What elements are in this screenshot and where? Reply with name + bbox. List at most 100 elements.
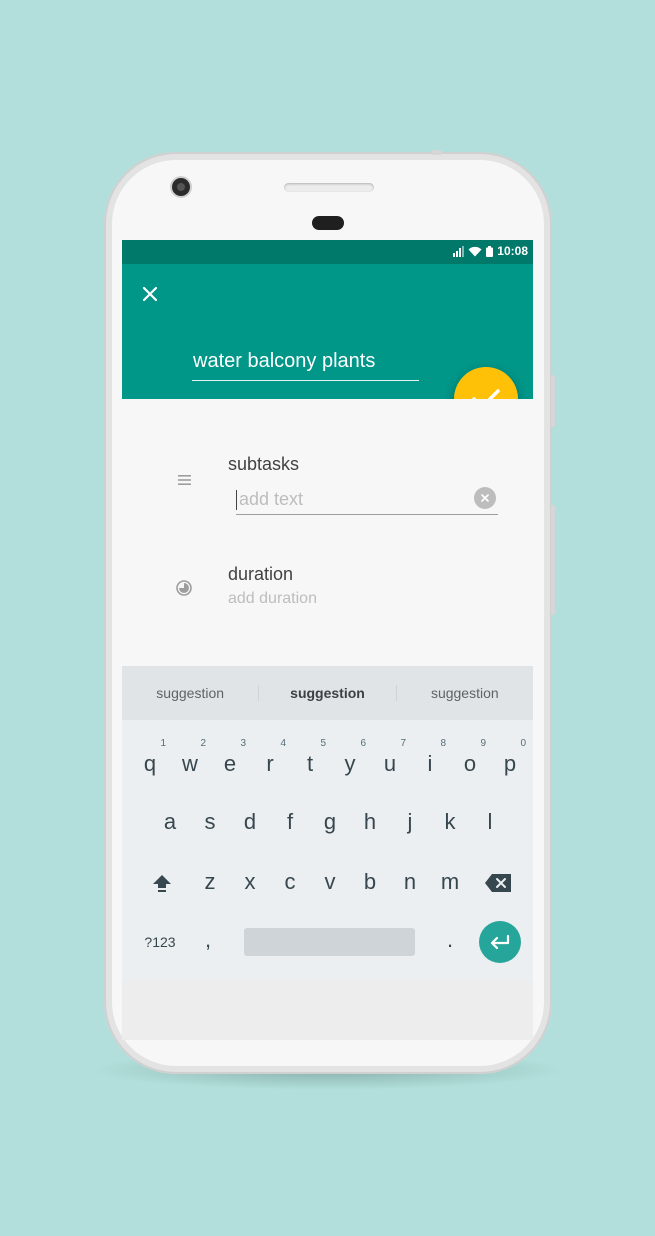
key-label: c [284, 869, 296, 894]
duration-hint[interactable]: add duration [228, 590, 317, 608]
suggestion-bar: suggestion suggestion suggestion [122, 666, 533, 720]
backspace-icon [485, 874, 511, 892]
key-q[interactable]: q1 [132, 738, 168, 788]
front-camera [172, 178, 190, 196]
key-i[interactable]: i8 [412, 738, 448, 788]
top-button [432, 150, 442, 155]
screen: 10:08 water balcony plants subtasks dura… [122, 240, 533, 980]
key-c[interactable]: c [272, 858, 308, 906]
key-hint-digit: 3 [240, 738, 246, 749]
comma-key[interactable]: , [190, 916, 226, 964]
status-time: 10:08 [497, 244, 528, 258]
symbols-key[interactable]: ?123 [140, 918, 180, 966]
key-hint-digit: 1 [160, 738, 166, 749]
key-label: k [444, 809, 456, 834]
signal-icon [453, 245, 465, 257]
key-label: p [503, 751, 517, 776]
key-t[interactable]: t5 [292, 738, 328, 788]
key-hint-digit: 8 [440, 738, 446, 749]
key-b[interactable]: b [352, 858, 388, 906]
close-icon [142, 286, 158, 302]
key-label: h [363, 809, 377, 834]
status-bar: 10:08 [122, 240, 533, 264]
wifi-icon [468, 246, 482, 256]
duration-label: duration [228, 564, 294, 584]
key-d[interactable]: d [232, 798, 268, 846]
earpiece [312, 216, 344, 230]
key-label: n [403, 869, 417, 894]
key-x[interactable]: x [232, 858, 268, 906]
key-j[interactable]: j [392, 798, 428, 846]
key-label: v [324, 869, 336, 894]
subtask-placeholder: add text [239, 489, 304, 509]
space-key[interactable] [244, 928, 415, 956]
soft-keyboard: q1w2e3r4t5y6u7i8o9p0 asdfghjkl zxcvbnm ?… [122, 720, 533, 980]
key-l[interactable]: l [472, 798, 508, 846]
close-button[interactable] [136, 280, 164, 308]
timer-icon [176, 580, 192, 596]
battery-icon [486, 245, 494, 257]
key-label: x [244, 869, 256, 894]
list-icon [178, 475, 191, 485]
key-hint-digit: 2 [200, 738, 206, 749]
task-form: subtasks duration add duration [122, 399, 533, 666]
clear-button[interactable] [474, 487, 496, 509]
key-label: l [487, 809, 493, 834]
key-h[interactable]: h [352, 798, 388, 846]
key-v[interactable]: v [312, 858, 348, 906]
key-label: q [143, 751, 157, 776]
key-w[interactable]: w2 [172, 738, 208, 788]
key-label: z [204, 869, 216, 894]
key-label: f [286, 809, 294, 834]
key-g[interactable]: g [312, 798, 348, 846]
key-e[interactable]: e3 [212, 738, 248, 788]
suggestion-left[interactable]: suggestion [122, 685, 258, 701]
key-hint-digit: 0 [520, 738, 526, 749]
key-hint-digit: 9 [480, 738, 486, 749]
key-label: t [306, 751, 314, 776]
key-label: b [363, 869, 377, 894]
enter-key[interactable] [479, 921, 521, 963]
key-label: s [204, 809, 216, 834]
key-hint-digit: 7 [400, 738, 406, 749]
key-y[interactable]: y6 [332, 738, 368, 788]
key-label: e [223, 751, 237, 776]
shift-icon [153, 875, 171, 892]
screen-bottom-area [122, 980, 533, 1040]
power-button [551, 375, 555, 427]
key-u[interactable]: u7 [372, 738, 408, 788]
key-label: w [182, 751, 198, 776]
key-p[interactable]: p0 [492, 738, 528, 788]
status-icons: 10:08 [453, 244, 528, 258]
period-key[interactable]: . [432, 916, 468, 964]
key-m[interactable]: m [432, 858, 468, 906]
key-label: o [463, 751, 477, 776]
suggestion-middle[interactable]: suggestion [258, 685, 397, 701]
key-label: m [440, 869, 460, 894]
shift-key[interactable] [144, 859, 180, 907]
key-n[interactable]: n [392, 858, 428, 906]
key-r[interactable]: r4 [252, 738, 288, 788]
suggestion-right[interactable]: suggestion [397, 685, 533, 701]
key-label: j [407, 809, 413, 834]
volume-button [551, 505, 555, 615]
key-label: r [266, 751, 274, 776]
key-z[interactable]: z [192, 858, 228, 906]
key-hint-digit: 5 [320, 738, 326, 749]
key-label: y [344, 751, 356, 776]
key-k[interactable]: k [432, 798, 468, 846]
key-label: d [243, 809, 257, 834]
subtask-input[interactable]: add text [236, 484, 498, 515]
key-s[interactable]: s [192, 798, 228, 846]
key-label: u [383, 751, 397, 776]
subtasks-label: subtasks [228, 454, 300, 474]
task-title-input[interactable]: water balcony plants [192, 344, 419, 381]
key-hint-digit: 4 [280, 738, 286, 749]
key-a[interactable]: a [152, 798, 188, 846]
key-label: a [163, 809, 177, 834]
speaker-grille [284, 183, 374, 192]
key-o[interactable]: o9 [452, 738, 488, 788]
backspace-key[interactable] [480, 859, 516, 907]
key-f[interactable]: f [272, 798, 308, 846]
key-label: i [427, 751, 433, 776]
